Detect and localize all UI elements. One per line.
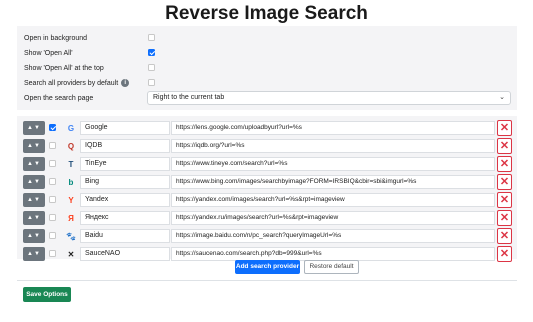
option-show-open-all: Show 'Open All' xyxy=(24,46,73,60)
option-label: Show 'Open All' xyxy=(24,49,73,57)
move-arrows-icon[interactable]: ▲▼ xyxy=(23,247,45,261)
provider-enabled-checkbox[interactable] xyxy=(49,250,56,257)
delete-provider-button[interactable]: ✕ xyxy=(497,156,512,172)
move-arrows-icon[interactable]: ▲▼ xyxy=(23,193,45,207)
provider-name-input[interactable]: Yandex xyxy=(80,193,170,207)
delete-provider-button[interactable]: ✕ xyxy=(497,246,512,262)
iqdb-icon: Q xyxy=(67,141,75,151)
save-options-button[interactable]: Save Options xyxy=(23,287,71,302)
provider-name-input[interactable]: IQDB xyxy=(80,139,170,153)
option-label: Search all providers by default xyxy=(24,79,119,87)
delete-provider-button[interactable]: ✕ xyxy=(497,192,512,208)
option-show-open-all-top: Show 'Open All' at the top xyxy=(24,61,104,75)
show-open-all-top-checkbox[interactable] xyxy=(148,64,155,71)
move-arrows-icon[interactable]: ▲▼ xyxy=(23,175,45,189)
provider-row: ▲▼ G Google https://lens.google.com/uplo… xyxy=(17,119,517,137)
delete-provider-button[interactable]: ✕ xyxy=(497,174,512,190)
provider-name-input[interactable]: Яндекс xyxy=(80,211,170,225)
move-arrows-icon[interactable]: ▲▼ xyxy=(23,139,45,153)
move-arrows-icon[interactable]: ▲▼ xyxy=(23,157,45,171)
provider-url-input[interactable]: https://www.bing.com/images/searchbyimag… xyxy=(171,175,495,189)
tineye-icon: T xyxy=(68,159,74,169)
provider-row: ▲▼ 🐾 Baidu https://image.baidu.com/n/pc_… xyxy=(17,227,517,245)
option-label: Open in background xyxy=(24,34,88,42)
show-open-all-checkbox[interactable] xyxy=(148,49,155,56)
option-open-search-page: Open the search page xyxy=(24,91,93,105)
yandex-icon: Y xyxy=(68,195,74,205)
open-in-background-checkbox[interactable] xyxy=(148,34,155,41)
page-title: Reverse Image Search xyxy=(165,3,368,24)
option-search-all-default: Search all providers by default i xyxy=(24,76,130,90)
open-search-page-select[interactable]: Right to the current tab ⌄ xyxy=(147,91,511,105)
provider-row: ▲▼ b Bing https://www.bing.com/images/se… xyxy=(17,173,517,191)
delete-provider-button[interactable]: ✕ xyxy=(497,228,512,244)
search-all-default-checkbox[interactable] xyxy=(148,79,155,86)
delete-provider-button[interactable]: ✕ xyxy=(497,120,512,136)
options-panel: Open in background Show 'Open All' Show … xyxy=(17,26,517,110)
provider-url-input[interactable]: https://saucenao.com/search.php?db=999&u… xyxy=(171,247,495,261)
delete-provider-button[interactable]: ✕ xyxy=(497,138,512,154)
saucenao-icon: ✕ xyxy=(67,249,75,259)
google-icon: G xyxy=(67,123,75,133)
provider-enabled-checkbox[interactable] xyxy=(49,160,56,167)
provider-name-input[interactable]: TinEye xyxy=(80,157,170,171)
add-search-provider-button[interactable]: Add search provider xyxy=(235,260,300,274)
yandex-ru-icon: Я xyxy=(68,213,74,223)
provider-row: ▲▼ Q IQDB https://iqdb.org/?url=%s ✕ xyxy=(17,137,517,155)
provider-url-input[interactable]: https://www.tineye.com/search?url=%s xyxy=(171,157,495,171)
provider-url-input[interactable]: https://yandex.com/images/search?url=%s&… xyxy=(171,193,495,207)
bing-icon: b xyxy=(68,177,74,187)
move-arrows-icon[interactable]: ▲▼ xyxy=(23,229,45,243)
provider-list: ▲▼ G Google https://lens.google.com/uplo… xyxy=(17,116,517,262)
provider-enabled-checkbox[interactable] xyxy=(49,124,56,131)
provider-enabled-checkbox[interactable] xyxy=(49,142,56,149)
move-arrows-icon[interactable]: ▲▼ xyxy=(23,121,45,135)
info-icon[interactable]: i xyxy=(121,79,130,87)
provider-name-input[interactable]: Bing xyxy=(80,175,170,189)
provider-url-input[interactable]: https://image.baidu.com/n/pc_search?quer… xyxy=(171,229,495,243)
provider-url-input[interactable]: https://yandex.ru/images/search?url=%s&r… xyxy=(171,211,495,225)
provider-url-input[interactable]: https://iqdb.org/?url=%s xyxy=(171,139,495,153)
provider-row: ▲▼ Y Yandex https://yandex.com/images/se… xyxy=(17,191,517,209)
option-label: Open the search page xyxy=(24,94,94,102)
provider-name-input[interactable]: Baidu xyxy=(80,229,170,243)
provider-row: ▲▼ Я Яндекс https://yandex.ru/images/sea… xyxy=(17,209,517,227)
provider-name-input[interactable]: Google xyxy=(80,121,170,135)
chevron-down-icon: ⌄ xyxy=(499,94,505,101)
provider-row: ▲▼ T TinEye https://www.tineye.com/searc… xyxy=(17,155,517,173)
provider-enabled-checkbox[interactable] xyxy=(49,178,56,185)
provider-name-input[interactable]: SauceNAO xyxy=(80,247,170,261)
provider-url-input[interactable]: https://lens.google.com/uploadbyurl?url=… xyxy=(171,121,495,135)
baidu-icon: 🐾 xyxy=(66,231,76,241)
delete-provider-button[interactable]: ✕ xyxy=(497,210,512,226)
provider-enabled-checkbox[interactable] xyxy=(49,196,56,203)
move-arrows-icon[interactable]: ▲▼ xyxy=(23,211,45,225)
select-value: Right to the current tab xyxy=(153,94,225,101)
provider-enabled-checkbox[interactable] xyxy=(49,214,56,221)
divider xyxy=(17,280,517,281)
restore-default-button[interactable]: Restore default xyxy=(304,260,359,274)
option-open-in-background: Open in background xyxy=(24,31,87,45)
option-label: Show 'Open All' at the top xyxy=(24,64,104,72)
provider-enabled-checkbox[interactable] xyxy=(49,232,56,239)
